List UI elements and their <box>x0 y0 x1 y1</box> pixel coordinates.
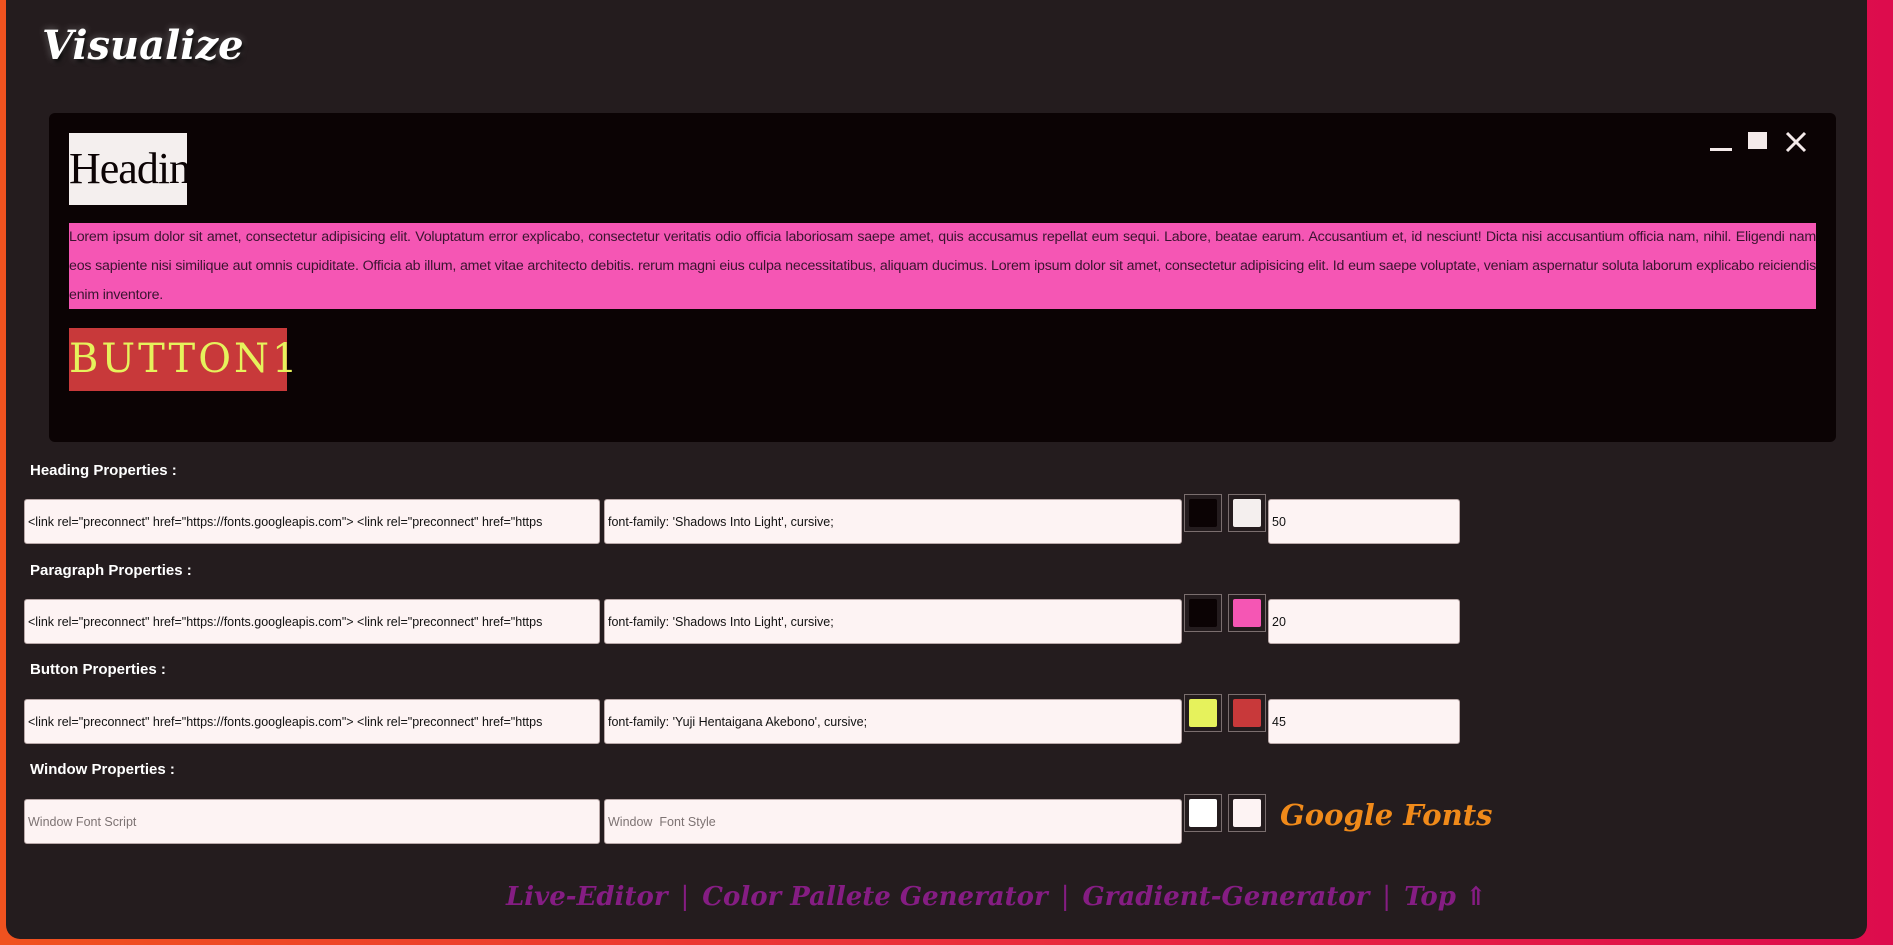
heading-font-style-input[interactable] <box>604 499 1182 544</box>
paragraph-text-color-picker[interactable] <box>1228 594 1266 632</box>
window-properties-label: Window Properties : <box>30 761 175 778</box>
preview-heading: Heading <box>69 133 187 205</box>
paragraph-bg-color-picker[interactable] <box>1184 594 1222 632</box>
button-font-script-input[interactable] <box>24 699 600 744</box>
google-fonts-link[interactable]: Google Fonts <box>1280 798 1492 832</box>
footer-link-color-pallete-generator[interactable]: Color Pallete Generator <box>702 882 1047 912</box>
footer-separator: | <box>1060 882 1070 912</box>
preview-window: Heading Lorem ipsum dolor sit amet, cons… <box>49 113 1836 442</box>
footer-link-live-editor[interactable]: Live-Editor <box>506 882 668 912</box>
close-icon[interactable] <box>1784 130 1808 154</box>
window-bg-color-picker[interactable] <box>1184 794 1222 832</box>
heading-font-script-input[interactable] <box>24 499 600 544</box>
window-font-style-input[interactable] <box>604 799 1182 844</box>
window-text-color-picker[interactable] <box>1228 794 1266 832</box>
button-text-color-picker[interactable] <box>1228 694 1266 732</box>
footer-separator: | <box>1382 882 1392 912</box>
window-font-script-input[interactable] <box>24 799 600 844</box>
minimize-icon[interactable] <box>1708 130 1732 154</box>
main-panel: Visualize Heading Lorem ipsum dolor sit … <box>6 0 1867 939</box>
paragraph-font-script-input[interactable] <box>24 599 600 644</box>
paragraph-properties-label: Paragraph Properties : <box>30 562 192 579</box>
paragraph-font-style-input[interactable] <box>604 599 1182 644</box>
button-size-input[interactable] <box>1268 699 1460 744</box>
heading-size-input[interactable] <box>1268 499 1460 544</box>
paragraph-size-input[interactable] <box>1268 599 1460 644</box>
preview-button[interactable]: BUTTON1 <box>69 328 297 391</box>
heading-properties-label: Heading Properties : <box>30 462 177 479</box>
footer-link-top[interactable]: Top ⇑ <box>1404 882 1487 912</box>
heading-bg-color-picker[interactable] <box>1184 494 1222 532</box>
footer-link-gradient-generator[interactable]: Gradient-Generator <box>1082 882 1369 912</box>
footer-nav: Live-Editor | Color Pallete Generator | … <box>506 882 1487 912</box>
preview-paragraph: Lorem ipsum dolor sit amet, consectetur … <box>69 223 1816 309</box>
footer-separator: | <box>680 882 690 912</box>
brand-logo: Visualize <box>42 22 244 69</box>
maximize-icon[interactable] <box>1746 130 1770 154</box>
heading-text-color-picker[interactable] <box>1228 494 1266 532</box>
button-bg-color-picker[interactable] <box>1184 694 1222 732</box>
button-font-style-input[interactable] <box>604 699 1182 744</box>
button-properties-label: Button Properties : <box>30 661 166 678</box>
window-controls <box>1708 130 1808 154</box>
